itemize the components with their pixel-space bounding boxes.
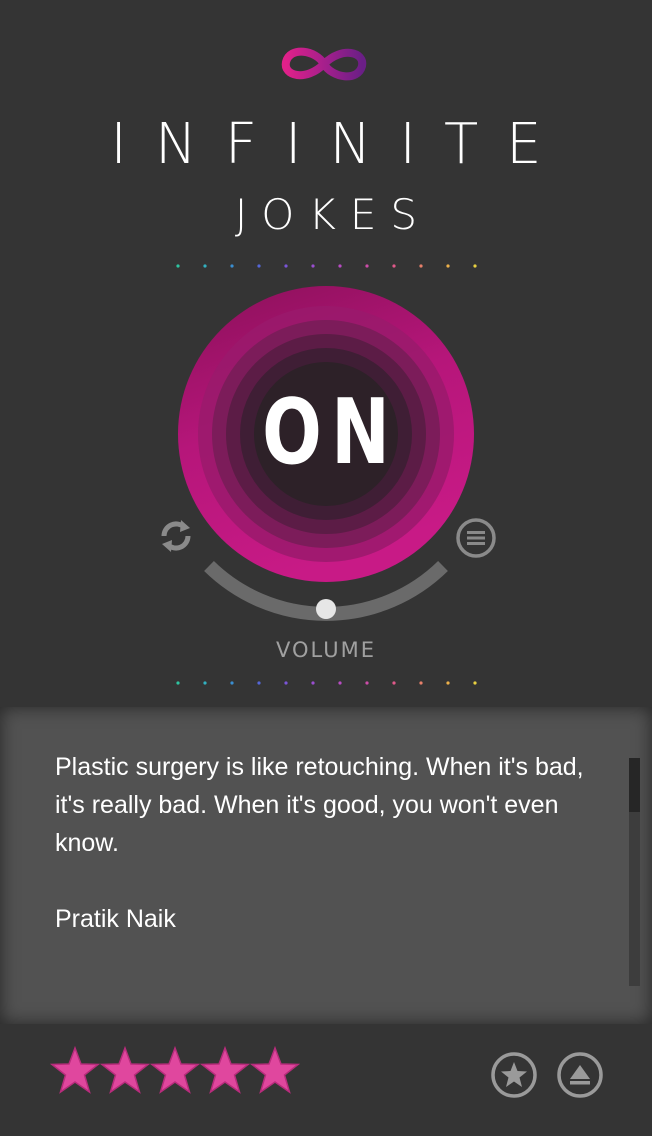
star-icon[interactable]: [100, 1046, 150, 1096]
divider-dot: [203, 681, 207, 685]
divider-dot: [284, 264, 288, 268]
divider-dot: [473, 264, 477, 268]
divider-dot: [284, 681, 288, 685]
divider-dot: [392, 681, 396, 685]
scrollbar-thumb[interactable]: [629, 758, 640, 812]
app-title: INFINITE: [110, 112, 570, 177]
divider-dot: [257, 681, 261, 685]
divider-dot: [338, 264, 342, 268]
divider-dot: [176, 681, 180, 685]
divider-dot: [473, 681, 477, 685]
volume-label: VOLUME: [276, 638, 376, 662]
star-icon[interactable]: [150, 1046, 200, 1096]
star-circle-icon[interactable]: [490, 1051, 538, 1099]
upload-triangle-icon[interactable]: [556, 1051, 604, 1099]
infinity-logo-icon: [281, 47, 367, 81]
divider-dot: [230, 681, 234, 685]
divider-dot: [419, 681, 423, 685]
divider-dot: [203, 264, 207, 268]
star-icon[interactable]: [50, 1046, 100, 1096]
volume-knob[interactable]: [316, 599, 336, 619]
divider-dot: [419, 264, 423, 268]
refresh-icon[interactable]: [154, 514, 198, 558]
divider-dot: [311, 264, 315, 268]
joke-author: Pratik Naik: [55, 905, 176, 933]
divider-dot: [338, 681, 342, 685]
divider-dot: [446, 264, 450, 268]
divider-dot: [365, 681, 369, 685]
divider-dot: [446, 681, 450, 685]
divider-dot: [257, 264, 261, 268]
star-icon[interactable]: [250, 1046, 300, 1096]
app-subtitle: JOKES: [234, 190, 432, 239]
rating-stars[interactable]: [50, 1046, 300, 1098]
power-toggle-label[interactable]: ON: [209, 380, 443, 485]
list-menu-icon[interactable]: [454, 516, 498, 560]
dotted-divider-top: [176, 264, 477, 268]
divider-dot: [365, 264, 369, 268]
joke-text: Plastic surgery is like retouching. When…: [55, 753, 584, 857]
divider-dot: [176, 264, 180, 268]
star-icon[interactable]: [200, 1046, 250, 1096]
dotted-divider-bottom: [176, 681, 477, 685]
divider-dot: [392, 264, 396, 268]
divider-dot: [311, 681, 315, 685]
divider-dot: [230, 264, 234, 268]
